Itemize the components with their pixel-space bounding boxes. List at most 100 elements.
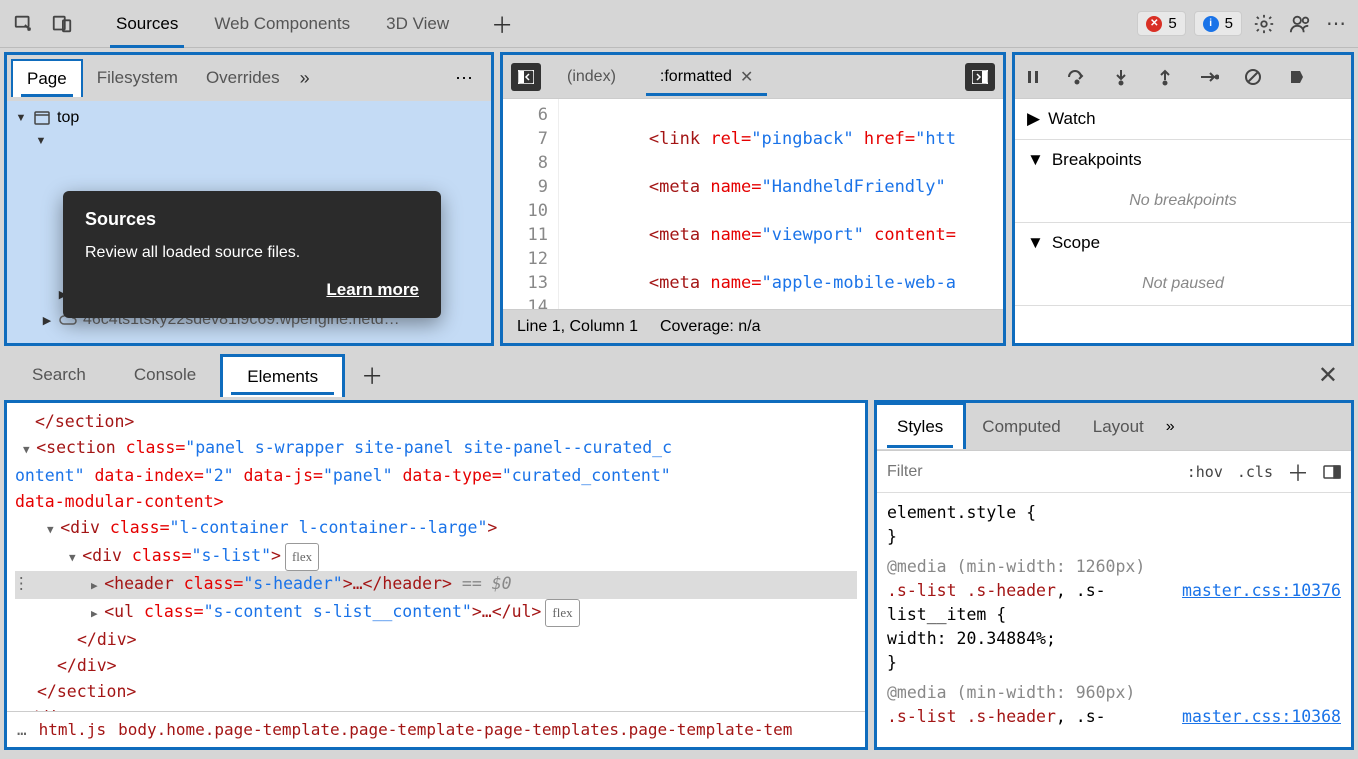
no-breakpoints-text: No breakpoints xyxy=(1015,180,1351,222)
caret-down-icon: ▼ xyxy=(35,135,47,147)
editor-tab-index[interactable]: (index) xyxy=(545,60,638,94)
add-lower-tab-button[interactable]: ＋ xyxy=(361,359,383,391)
code-area[interactable]: 67891011121314 <link rel="pingback" href… xyxy=(503,99,1003,309)
debugger-toolbar xyxy=(1015,55,1351,99)
editor-panel: (index) :formatted✕ 67891011121314 <link… xyxy=(500,52,1006,346)
line-gutter: 67891011121314 xyxy=(503,99,559,309)
tree-row-top[interactable]: ▼ top xyxy=(13,105,485,131)
caret-down-icon: ▼ xyxy=(1027,233,1044,253)
show-debugger-icon[interactable] xyxy=(965,63,995,91)
tooltip-popup: Sources Review all loaded source files. … xyxy=(63,191,441,318)
caret-down-icon: ▼ xyxy=(15,112,27,124)
step-into-icon[interactable] xyxy=(1109,65,1133,89)
tab-web-components[interactable]: Web Components xyxy=(196,0,368,47)
debugger-panel: ▶Watch ▼Breakpoints No breakpoints ▼Scop… xyxy=(1012,52,1354,346)
errors-badge[interactable]: ✕5 xyxy=(1137,11,1185,36)
window-icon xyxy=(33,111,51,125)
css-source-link[interactable]: master.css:10376 xyxy=(1182,579,1341,603)
errors-count: 5 xyxy=(1168,15,1176,32)
caret-right-icon: ▶ xyxy=(41,314,53,327)
styles-sidebar-toggle-icon[interactable] xyxy=(1323,465,1341,479)
styles-filter-input[interactable] xyxy=(887,463,1173,481)
dom-breadcrumb[interactable]: … html.js body.home.page-template.page-t… xyxy=(7,711,865,747)
lower-panels: </section> ▼ <section class="panel s-wra… xyxy=(0,400,1358,754)
pause-on-exceptions-icon[interactable] xyxy=(1285,65,1309,89)
editor-tabs: (index) :formatted✕ xyxy=(503,55,1003,99)
css-source-link[interactable]: master.css:10368 xyxy=(1182,705,1341,729)
cls-toggle[interactable]: .cls xyxy=(1237,463,1273,481)
close-drawer-icon[interactable]: ✕ xyxy=(1306,361,1350,390)
breadcrumb-item[interactable]: html.js xyxy=(39,720,106,739)
lower-tabs-bar: Search Console Elements ＋ ✕ xyxy=(0,350,1358,400)
styles-tabs-overflow-icon[interactable]: » xyxy=(1166,418,1175,436)
styles-rules[interactable]: element.style { } @media (min-width: 126… xyxy=(877,493,1351,747)
watch-section: ▶Watch xyxy=(1015,99,1351,140)
device-toggle-icon[interactable] xyxy=(46,8,78,40)
scope-section: ▼Scope Not paused xyxy=(1015,223,1351,306)
editor-status-bar: Line 1, Column 1 Coverage: n/a xyxy=(503,309,1003,343)
debugger-sections: ▶Watch ▼Breakpoints No breakpoints ▼Scop… xyxy=(1015,99,1351,343)
upper-panels: Page Filesystem Overrides » ⋯ ▼ top ▼ ▶ … xyxy=(0,48,1358,350)
learn-more-link[interactable]: Learn more xyxy=(85,280,419,300)
breakpoints-header[interactable]: ▼Breakpoints xyxy=(1015,140,1351,180)
page-panel-more-icon[interactable]: ⋯ xyxy=(443,68,487,89)
show-navigator-icon[interactable] xyxy=(511,63,541,91)
page-tabs: Page Filesystem Overrides » ⋯ xyxy=(7,55,491,101)
top-right-controls: ✕5 i5 ⋯ xyxy=(1137,10,1350,38)
pause-icon[interactable] xyxy=(1021,65,1045,89)
tree-label: top xyxy=(57,109,79,127)
tab-elements[interactable]: Elements xyxy=(220,354,345,397)
new-style-rule-icon[interactable]: ＋ xyxy=(1287,456,1309,488)
cursor-position: Line 1, Column 1 xyxy=(517,318,638,336)
messages-count: 5 xyxy=(1225,15,1233,32)
top-tabs: Sources Web Components 3D View ＋ xyxy=(98,0,513,47)
more-menu-icon[interactable]: ⋯ xyxy=(1322,10,1350,38)
add-tab-button[interactable]: ＋ xyxy=(491,8,513,40)
flex-badge[interactable]: flex xyxy=(285,543,319,571)
tab-computed[interactable]: Computed xyxy=(966,409,1076,445)
inspect-icon[interactable] xyxy=(8,8,40,40)
breadcrumb-overflow[interactable]: … xyxy=(17,720,27,739)
tree-row[interactable]: ▼ xyxy=(13,131,485,151)
tab-console[interactable]: Console xyxy=(110,355,220,395)
settings-icon[interactable] xyxy=(1250,10,1278,38)
dom-tree[interactable]: </section> ▼ <section class="panel s-wra… xyxy=(7,403,865,711)
tab-filesystem[interactable]: Filesystem xyxy=(83,60,192,96)
breadcrumb-item[interactable]: body.home.page-template.page-template-pa… xyxy=(118,720,792,739)
scope-header[interactable]: ▼Scope xyxy=(1015,223,1351,263)
editor-tab-formatted[interactable]: :formatted✕ xyxy=(638,59,775,95)
step-icon[interactable] xyxy=(1197,65,1221,89)
caret-down-icon: ▼ xyxy=(1027,150,1044,170)
not-paused-text: Not paused xyxy=(1015,263,1351,305)
flex-badge[interactable]: flex xyxy=(545,599,579,627)
watch-header[interactable]: ▶Watch xyxy=(1015,99,1351,139)
deactivate-breakpoints-icon[interactable] xyxy=(1241,65,1265,89)
step-out-icon[interactable] xyxy=(1153,65,1177,89)
tab-layout[interactable]: Layout xyxy=(1077,409,1160,445)
caret-right-icon: ▶ xyxy=(91,607,104,620)
styles-tabs: Styles Computed Layout » xyxy=(877,403,1351,451)
account-icon[interactable] xyxy=(1286,10,1314,38)
page-tabs-overflow-icon[interactable]: » xyxy=(300,68,310,89)
top-toolbar: Sources Web Components 3D View ＋ ✕5 i5 ⋯ xyxy=(0,0,1358,48)
step-over-icon[interactable] xyxy=(1065,65,1089,89)
close-tab-icon[interactable]: ✕ xyxy=(740,67,753,87)
caret-right-icon: ▶ xyxy=(91,579,104,592)
tab-3d-view[interactable]: 3D View xyxy=(368,0,467,47)
hov-toggle[interactable]: :hov xyxy=(1187,463,1223,481)
caret-down-icon: ▼ xyxy=(23,443,36,456)
elements-panel: </section> ▼ <section class="panel s-wra… xyxy=(4,400,868,750)
tooltip-title: Sources xyxy=(85,209,419,230)
caret-down-icon: ▼ xyxy=(47,523,60,536)
tab-styles[interactable]: Styles xyxy=(881,409,959,445)
breakpoints-section: ▼Breakpoints No breakpoints xyxy=(1015,140,1351,223)
tooltip-body: Review all loaded source files. xyxy=(85,244,419,262)
tab-page[interactable]: Page xyxy=(11,59,83,97)
coverage-status: Coverage: n/a xyxy=(660,318,761,336)
tab-search[interactable]: Search xyxy=(8,355,110,395)
tab-sources[interactable]: Sources xyxy=(98,0,196,47)
tab-overrides[interactable]: Overrides xyxy=(192,60,294,96)
messages-badge[interactable]: i5 xyxy=(1194,11,1242,36)
page-navigator-panel: Page Filesystem Overrides » ⋯ ▼ top ▼ ▶ … xyxy=(4,52,494,346)
code-lines: <link rel="pingback" href="htt <meta nam… xyxy=(559,99,1003,309)
